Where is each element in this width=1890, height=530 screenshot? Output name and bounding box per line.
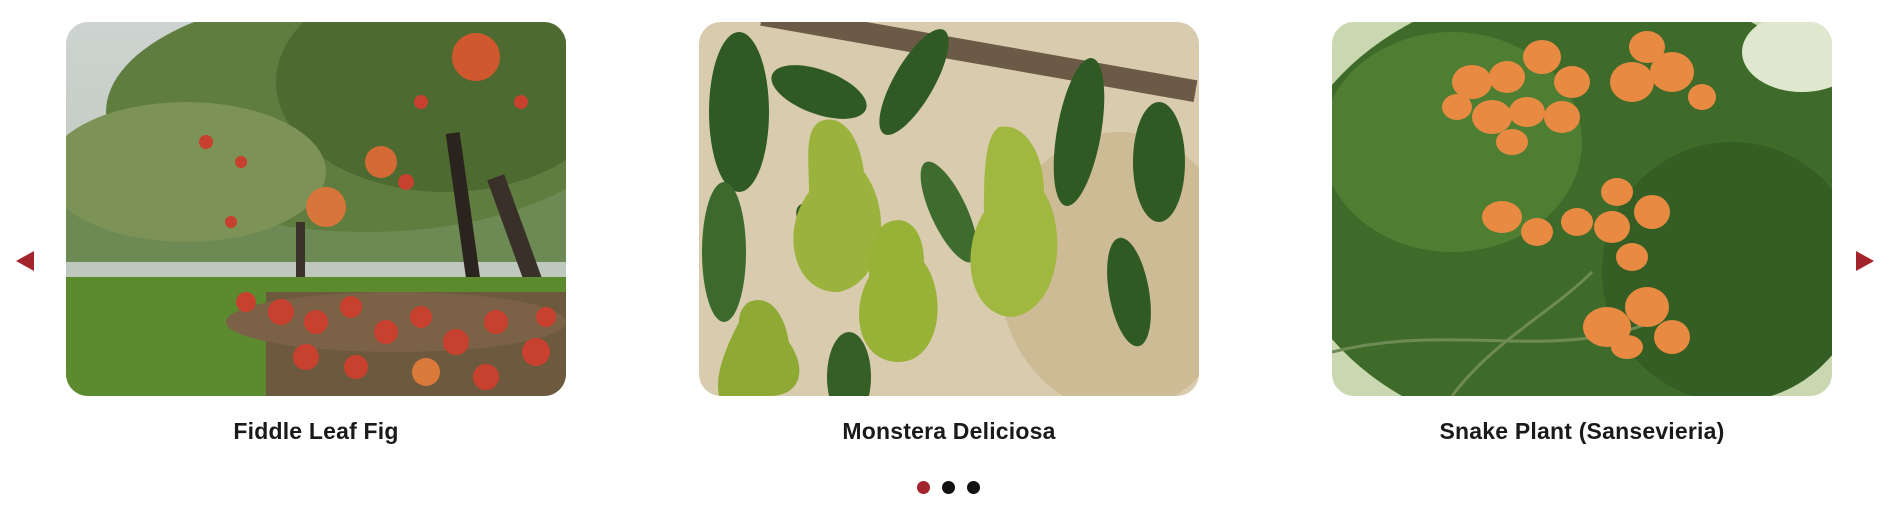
carousel-pagination — [917, 481, 980, 494]
carousel-slide[interactable]: Monstera Deliciosa — [699, 22, 1199, 445]
carousel-prev-button[interactable] — [12, 248, 38, 274]
slide-caption: Fiddle Leaf Fig — [233, 418, 399, 444]
carousel-dot-active[interactable] — [917, 481, 930, 494]
carousel-slide[interactable]: Snake Plant (Sansevieria) — [1332, 22, 1832, 445]
carousel-dot[interactable] — [967, 481, 980, 494]
carousel-slide[interactable]: Fiddle Leaf Fig — [66, 22, 566, 445]
carousel-dot[interactable] — [942, 481, 955, 494]
plant-carousel: Fiddle Leaf Fig Monstera Deliciosa Snake… — [0, 0, 1890, 530]
triangle-right-icon — [1856, 251, 1874, 271]
slide-image — [699, 22, 1199, 396]
slide-caption: Monstera Deliciosa — [842, 418, 1056, 444]
slide-image — [66, 22, 566, 396]
triangle-left-icon — [16, 251, 34, 271]
slide-image — [1332, 22, 1832, 396]
slide-caption: Snake Plant (Sansevieria) — [1439, 418, 1725, 444]
carousel-next-button[interactable] — [1852, 248, 1878, 274]
